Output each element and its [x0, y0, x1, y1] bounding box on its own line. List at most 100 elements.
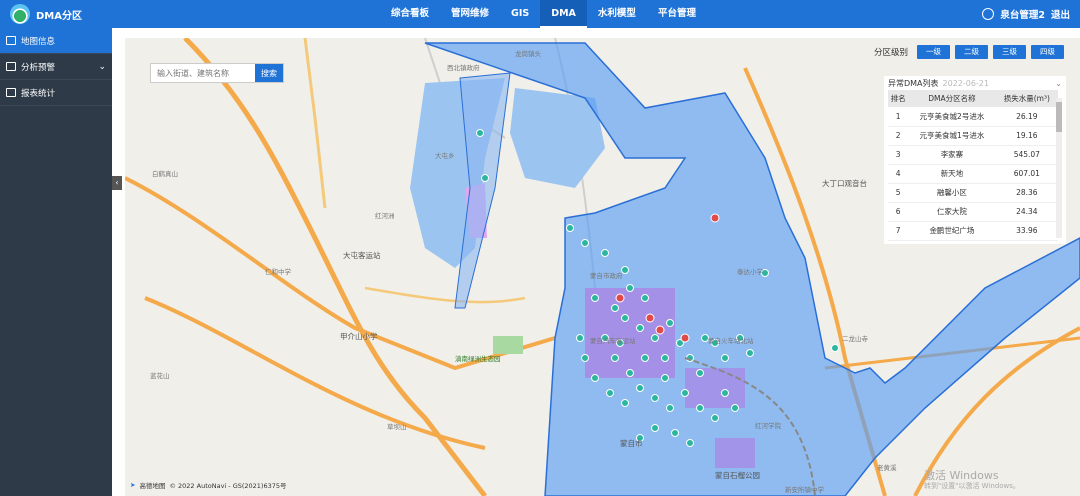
table-cell: 仁家大院 — [908, 202, 996, 222]
map-label: 大丁口观音台 — [822, 179, 867, 188]
table-cell: 李家寨 — [908, 145, 996, 165]
level-1-button[interactable]: 一级 — [917, 45, 951, 59]
anomaly-date[interactable]: 2022-06-21 — [943, 79, 990, 88]
attribution-text: © 2022 AutoNavi - GS(2021)6375号 — [169, 482, 287, 490]
chevron-down-icon: ⌄ — [98, 61, 106, 72]
column-header: 排名 — [888, 90, 909, 107]
table-cell: 33.96 — [995, 221, 1058, 241]
warning-icon — [6, 62, 16, 71]
column-header: DMA分区名称 — [908, 90, 996, 107]
scrollbar-thumb[interactable] — [1056, 102, 1062, 132]
map-label: 蒙自火车站北站 — [708, 337, 754, 345]
table-row[interactable]: 4 新天地 607.01 — [888, 164, 1058, 184]
table-row[interactable]: 5 融馨小区 28.36 — [888, 183, 1058, 203]
level-2-button[interactable]: 二级 — [955, 45, 989, 59]
nav-dashboard[interactable]: 综合看板 — [380, 0, 440, 28]
table-row[interactable]: 3 李家寨 545.07 — [888, 145, 1058, 165]
map-label: 白鹤真山 — [152, 170, 178, 178]
nav-gis[interactable]: GIS — [500, 0, 540, 28]
table-cell: 新天地 — [908, 164, 996, 184]
level-4-button[interactable]: 四级 — [1031, 45, 1065, 59]
sidebar-item-label: 分析预警 — [21, 62, 56, 73]
nav-platform-admin[interactable]: 平台管理 — [647, 0, 707, 28]
map-label: 蒙自石榴公园 — [715, 471, 760, 480]
map-label: 大屯客运站 — [343, 251, 381, 260]
table-cell: 3 — [888, 145, 909, 165]
map-label: 二龙山寺 — [842, 335, 868, 343]
sidebar-item-label: 地图信息 — [21, 36, 56, 47]
sidebar-item-analysis-warning[interactable]: 分析预警 ⌄ — [0, 54, 112, 80]
map-attribution: ➤ 高德地图 © 2022 AutoNavi - GS(2021)6375号 — [130, 480, 287, 490]
map-label: 红河学院 — [755, 422, 781, 430]
anomaly-table: 排名 DMA分区名称 损失水量(m³) 1 元亨美食城2号进水 26.19 2 元亨美食… — [888, 90, 1058, 241]
table-cell: 4 — [888, 164, 909, 184]
map-label: 滇南绿洲生态园 — [455, 355, 501, 363]
map-label: 草坝山 — [387, 423, 407, 431]
map-label: 龙岗镇头 — [515, 50, 541, 58]
nav-pipe-repair[interactable]: 管网维修 — [440, 0, 500, 28]
map-label: 仁和中学 — [265, 268, 291, 276]
table-cell: 28.36 — [995, 183, 1058, 203]
table-cell: 融馨小区 — [908, 183, 996, 203]
table-row[interactable]: 6 仁家大院 24.34 — [888, 202, 1058, 222]
windows-activation-notice: 激活 Windows 转到"设置"以激活 Windows。 — [924, 470, 1020, 490]
sidebar-item-map-info[interactable]: 地图信息 — [0, 28, 112, 54]
sidebar-item-label: 报表统计 — [21, 88, 56, 99]
map-label: 泰达小学 — [737, 268, 763, 276]
table-cell: 1 — [888, 107, 909, 127]
app-title: DMA分区 — [36, 10, 82, 22]
user-name[interactable]: 泉台管理2 — [1000, 7, 1045, 21]
table-cell: 2 — [888, 126, 909, 146]
table-cell: 5 — [888, 183, 909, 203]
map-label: 甲介山小学 — [340, 332, 378, 341]
table-cell: 金鹏世纪广场 — [908, 221, 996, 241]
top-bar: DMA分区 综合看板 管网维修 GIS DMA 水利模型 平台管理 泉台管理2 … — [0, 0, 1080, 28]
map-label: 西北镇政府 — [447, 64, 480, 72]
brand: DMA分区 — [0, 4, 112, 24]
table-cell: 元亨美食城2号进水 — [908, 107, 996, 127]
map-label: 老黄溪 — [877, 464, 897, 472]
search-box: 搜索 — [150, 63, 284, 83]
column-header: 损失水量(m³) — [995, 90, 1058, 107]
search-button[interactable]: 搜索 — [255, 64, 283, 82]
map-label: 大屯乡 — [435, 152, 455, 160]
collapse-arrow-icon[interactable]: ‹ — [112, 176, 122, 190]
user-icon[interactable] — [982, 8, 995, 20]
table-cell: 607.01 — [995, 164, 1058, 184]
report-icon — [6, 88, 16, 97]
level-filter: 分区级别 一级 二级 三级 四级 — [874, 45, 1065, 59]
nav-dma[interactable]: DMA — [540, 0, 587, 28]
table-row[interactable]: 1 元亨美食城2号进水 26.19 — [888, 107, 1058, 127]
table-cell: 26.19 — [995, 107, 1058, 127]
table-row[interactable]: 2 元亨美食城1号进水 19.16 — [888, 126, 1058, 146]
level-3-button[interactable]: 三级 — [993, 45, 1027, 59]
map-label: 蒙自汽车客运站 — [590, 337, 636, 345]
nav-hydraulic-model[interactable]: 水利模型 — [587, 0, 647, 28]
table-cell: 24.34 — [995, 202, 1058, 222]
top-nav: 综合看板 管网维修 GIS DMA 水利模型 平台管理 — [380, 0, 707, 28]
search-input[interactable] — [151, 64, 255, 82]
attribution-brand: 高德地图 — [139, 482, 166, 490]
chevron-down-icon[interactable]: ⌄ — [1055, 79, 1062, 88]
sidebar-item-reports[interactable]: 报表统计 — [0, 80, 112, 106]
map-label: 蓝花山 — [150, 372, 170, 380]
anomaly-header: 异常DMA列表 2022-06-21 ⌄ — [884, 76, 1066, 90]
navigation-icon: ➤ — [130, 481, 136, 489]
activation-title: 激活 Windows — [924, 469, 999, 482]
table-cell: 7 — [888, 221, 909, 241]
sidebar: 地图信息 分析预警 ⌄ 报表统计 — [0, 28, 112, 496]
activation-subtitle: 转到"设置"以激活 Windows。 — [924, 482, 1020, 490]
table-cell: 545.07 — [995, 145, 1058, 165]
map-label: 新安所镇中学 — [785, 486, 824, 494]
anomaly-dma-panel: 异常DMA列表 2022-06-21 ⌄ 排名 DMA分区名称 损失水量(m³)… — [884, 76, 1066, 244]
logout-link[interactable]: 退出 — [1051, 7, 1070, 21]
table-cell: 元亨美食城1号进水 — [908, 126, 996, 146]
logo-icon — [10, 4, 30, 24]
map-label: 蒙自市政府 — [590, 272, 623, 280]
map-label: 蒙自市 — [620, 439, 643, 448]
table-cell: 6 — [888, 202, 909, 222]
scrollbar[interactable] — [1056, 98, 1062, 238]
table-row[interactable]: 7 金鹏世纪广场 33.96 — [888, 221, 1058, 241]
level-label: 分区级别 — [874, 48, 909, 58]
map-icon — [6, 36, 16, 45]
